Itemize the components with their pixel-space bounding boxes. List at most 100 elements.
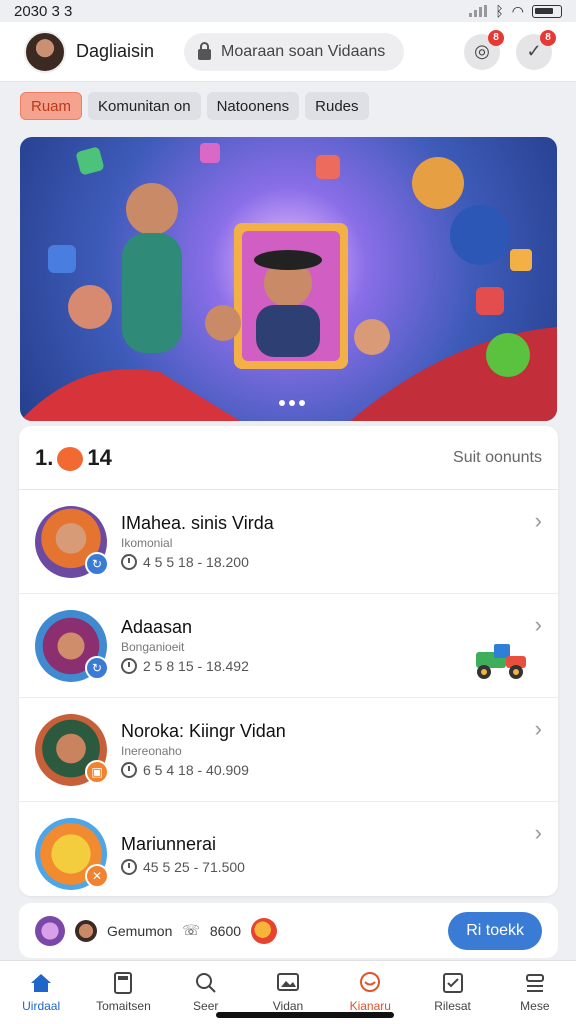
image-icon: [275, 971, 301, 995]
user-name: Dagliaisin: [76, 41, 155, 61]
item-avatar: ▣: [35, 713, 109, 786]
item-meta-text: 6 5 4 18 - 40.909: [143, 762, 249, 778]
check-icon: ✓: [526, 41, 542, 61]
item-meta: 4 5 5 18 - 18.200: [121, 554, 274, 570]
status-icons: ᛒ ◠: [469, 3, 562, 20]
search-icon: [193, 971, 219, 995]
item-avatar: ↻: [35, 505, 109, 578]
lock-icon: [198, 41, 211, 60]
sort-button[interactable]: Suit oonunts: [453, 449, 542, 467]
tab-label: Uirdaal: [22, 999, 61, 1013]
mini-avatar[interactable]: [251, 917, 278, 944]
mini-player-bar: Gemumon ☏ 8600 Ri toekk: [19, 903, 558, 958]
item-subtitle: Bonganioeit: [121, 640, 185, 654]
tab-label: Rilesat: [434, 999, 471, 1013]
chip-rudes[interactable]: Rudes: [305, 92, 369, 120]
item-meta: 2 5 8 15 - 18.492: [121, 658, 249, 674]
status-bar: 2030 3 3 ᛒ ◠: [0, 0, 576, 22]
refresh-badge-icon: ↻: [85, 551, 109, 576]
tab-home[interactable]: Uirdaal: [0, 961, 82, 1024]
menu-icon: [522, 971, 548, 995]
item-meta-text: 2 5 8 15 - 18.492: [143, 658, 249, 674]
tab-mese[interactable]: Mese: [494, 961, 576, 1024]
phone-icon: ☏: [182, 922, 200, 938]
mini-label: Gemumon: [107, 922, 173, 939]
notification-badge: 8: [540, 29, 556, 46]
clock-icon: [121, 762, 137, 778]
gift-badge-icon: ✕: [85, 864, 109, 888]
carousel-dot[interactable]: [299, 400, 305, 406]
carousel-dot[interactable]: [279, 400, 285, 406]
list-item[interactable]: ↻ Adaasan Bonganioeit 2 5 8 15 - 18.492 …: [19, 594, 558, 698]
chat-icon: [357, 971, 383, 995]
chip-komunitan[interactable]: Komunitan on: [88, 92, 201, 120]
count-prefix: 1.: [35, 444, 54, 470]
mini-avatar[interactable]: [35, 915, 65, 946]
item-subtitle: Ikomonial: [121, 536, 173, 550]
activity-button[interactable]: ◎ 8: [464, 29, 504, 70]
chevron-right-icon[interactable]: ›: [535, 508, 542, 534]
tab-label: Tomaitsen: [96, 999, 151, 1013]
target-icon: ◎: [474, 41, 490, 61]
bluetooth-icon: ᛒ: [495, 3, 504, 19]
profile-avatar[interactable]: [24, 30, 66, 73]
item-subtitle: Inereonaho: [121, 744, 182, 758]
tab-label: Vidan: [272, 999, 304, 1013]
item-meta-text: 45 5 25 - 71.500: [143, 858, 245, 875]
header: Dagliaisin Moaraan soan Vidaans ◎ 8 ✓ 8: [0, 22, 576, 82]
chevron-right-icon[interactable]: ›: [535, 612, 542, 638]
battery-icon: [532, 4, 562, 18]
home-icon: [28, 971, 54, 995]
chip-natoonens[interactable]: Natoonens: [206, 92, 300, 120]
hero-banner[interactable]: [20, 137, 557, 421]
gift-badge-icon: ▣: [85, 759, 109, 784]
video-list-panel: 1. 14 Suit oonunts ↻ IMahea. sinis Virda…: [19, 426, 558, 896]
search-placeholder: Moaraan soan Vidaans: [221, 42, 386, 60]
count-value: 14: [87, 444, 112, 470]
list-item[interactable]: ▣ Noroka: Kiingr Vidan Inereonaho 6 5 4 …: [19, 698, 558, 802]
item-text: IMahea. sinis Virda Ikomonial 4 5 5 18 -…: [121, 513, 274, 570]
notification-badge: 8: [488, 29, 504, 46]
item-title: IMahea. sinis Virda: [121, 513, 274, 533]
cta-button[interactable]: Ri toekk: [448, 911, 542, 950]
item-meta: 6 5 4 18 - 40.909: [121, 762, 286, 778]
tab-label: Mese: [520, 999, 550, 1013]
mini-avatar[interactable]: [75, 919, 97, 942]
home-indicator[interactable]: [216, 1012, 394, 1018]
item-avatar: ✕: [35, 818, 109, 890]
item-title: Adaasan: [121, 617, 193, 637]
tab-tomaitsen[interactable]: Tomaitsen: [82, 961, 164, 1024]
chevron-right-icon[interactable]: ›: [535, 716, 542, 742]
clock-icon: [121, 554, 137, 570]
heart-icon: [57, 446, 84, 471]
item-text: Adaasan Bonganioeit 2 5 8 15 - 18.492: [121, 617, 249, 674]
tab-label: Seer: [193, 999, 219, 1013]
header-actions: ◎ 8 ✓ 8: [464, 29, 556, 70]
check-button[interactable]: ✓ 8: [516, 29, 556, 70]
tab-label: Kianaru: [349, 999, 391, 1013]
list-header: 1. 14 Suit oonunts: [19, 426, 558, 490]
item-avatar: ↻: [35, 609, 109, 682]
status-time: 2030 3 3: [14, 2, 73, 20]
mini-phone-value: 8600: [209, 922, 242, 939]
calculator-icon: [110, 971, 136, 995]
item-text: Noroka: Kiingr Vidan Inereonaho 6 5 4 18…: [121, 721, 286, 778]
item-title: Mariunnerai: [121, 833, 217, 854]
clock-icon: [121, 858, 137, 875]
list-count: 1. 14: [35, 445, 112, 471]
tractor-icon: [476, 644, 526, 679]
refresh-badge-icon: ↻: [85, 655, 109, 680]
wifi-icon: ◠: [511, 2, 524, 19]
list-item[interactable]: ↻ IMahea. sinis Virda Ikomonial 4 5 5 18…: [19, 490, 558, 594]
search-bar[interactable]: Moaraan soan Vidaans: [184, 32, 404, 71]
item-meta-text: 4 5 5 18 - 18.200: [143, 554, 249, 570]
signal-icon: [469, 5, 488, 17]
carousel-dot[interactable]: [289, 400, 295, 406]
list-item[interactable]: ✕ Mariunnerai 45 5 25 - 71.500 ›: [19, 802, 558, 896]
tab-rilesat[interactable]: Rilesat: [411, 961, 493, 1024]
chip-ruam[interactable]: Ruam: [20, 92, 83, 120]
chevron-right-icon[interactable]: ›: [535, 820, 542, 846]
hero-illustration: [20, 143, 557, 421]
category-chips: Ruam Komunitan on Natoonens Rudes: [20, 92, 369, 120]
item-text: Mariunnerai 45 5 25 - 71.500: [121, 834, 245, 875]
